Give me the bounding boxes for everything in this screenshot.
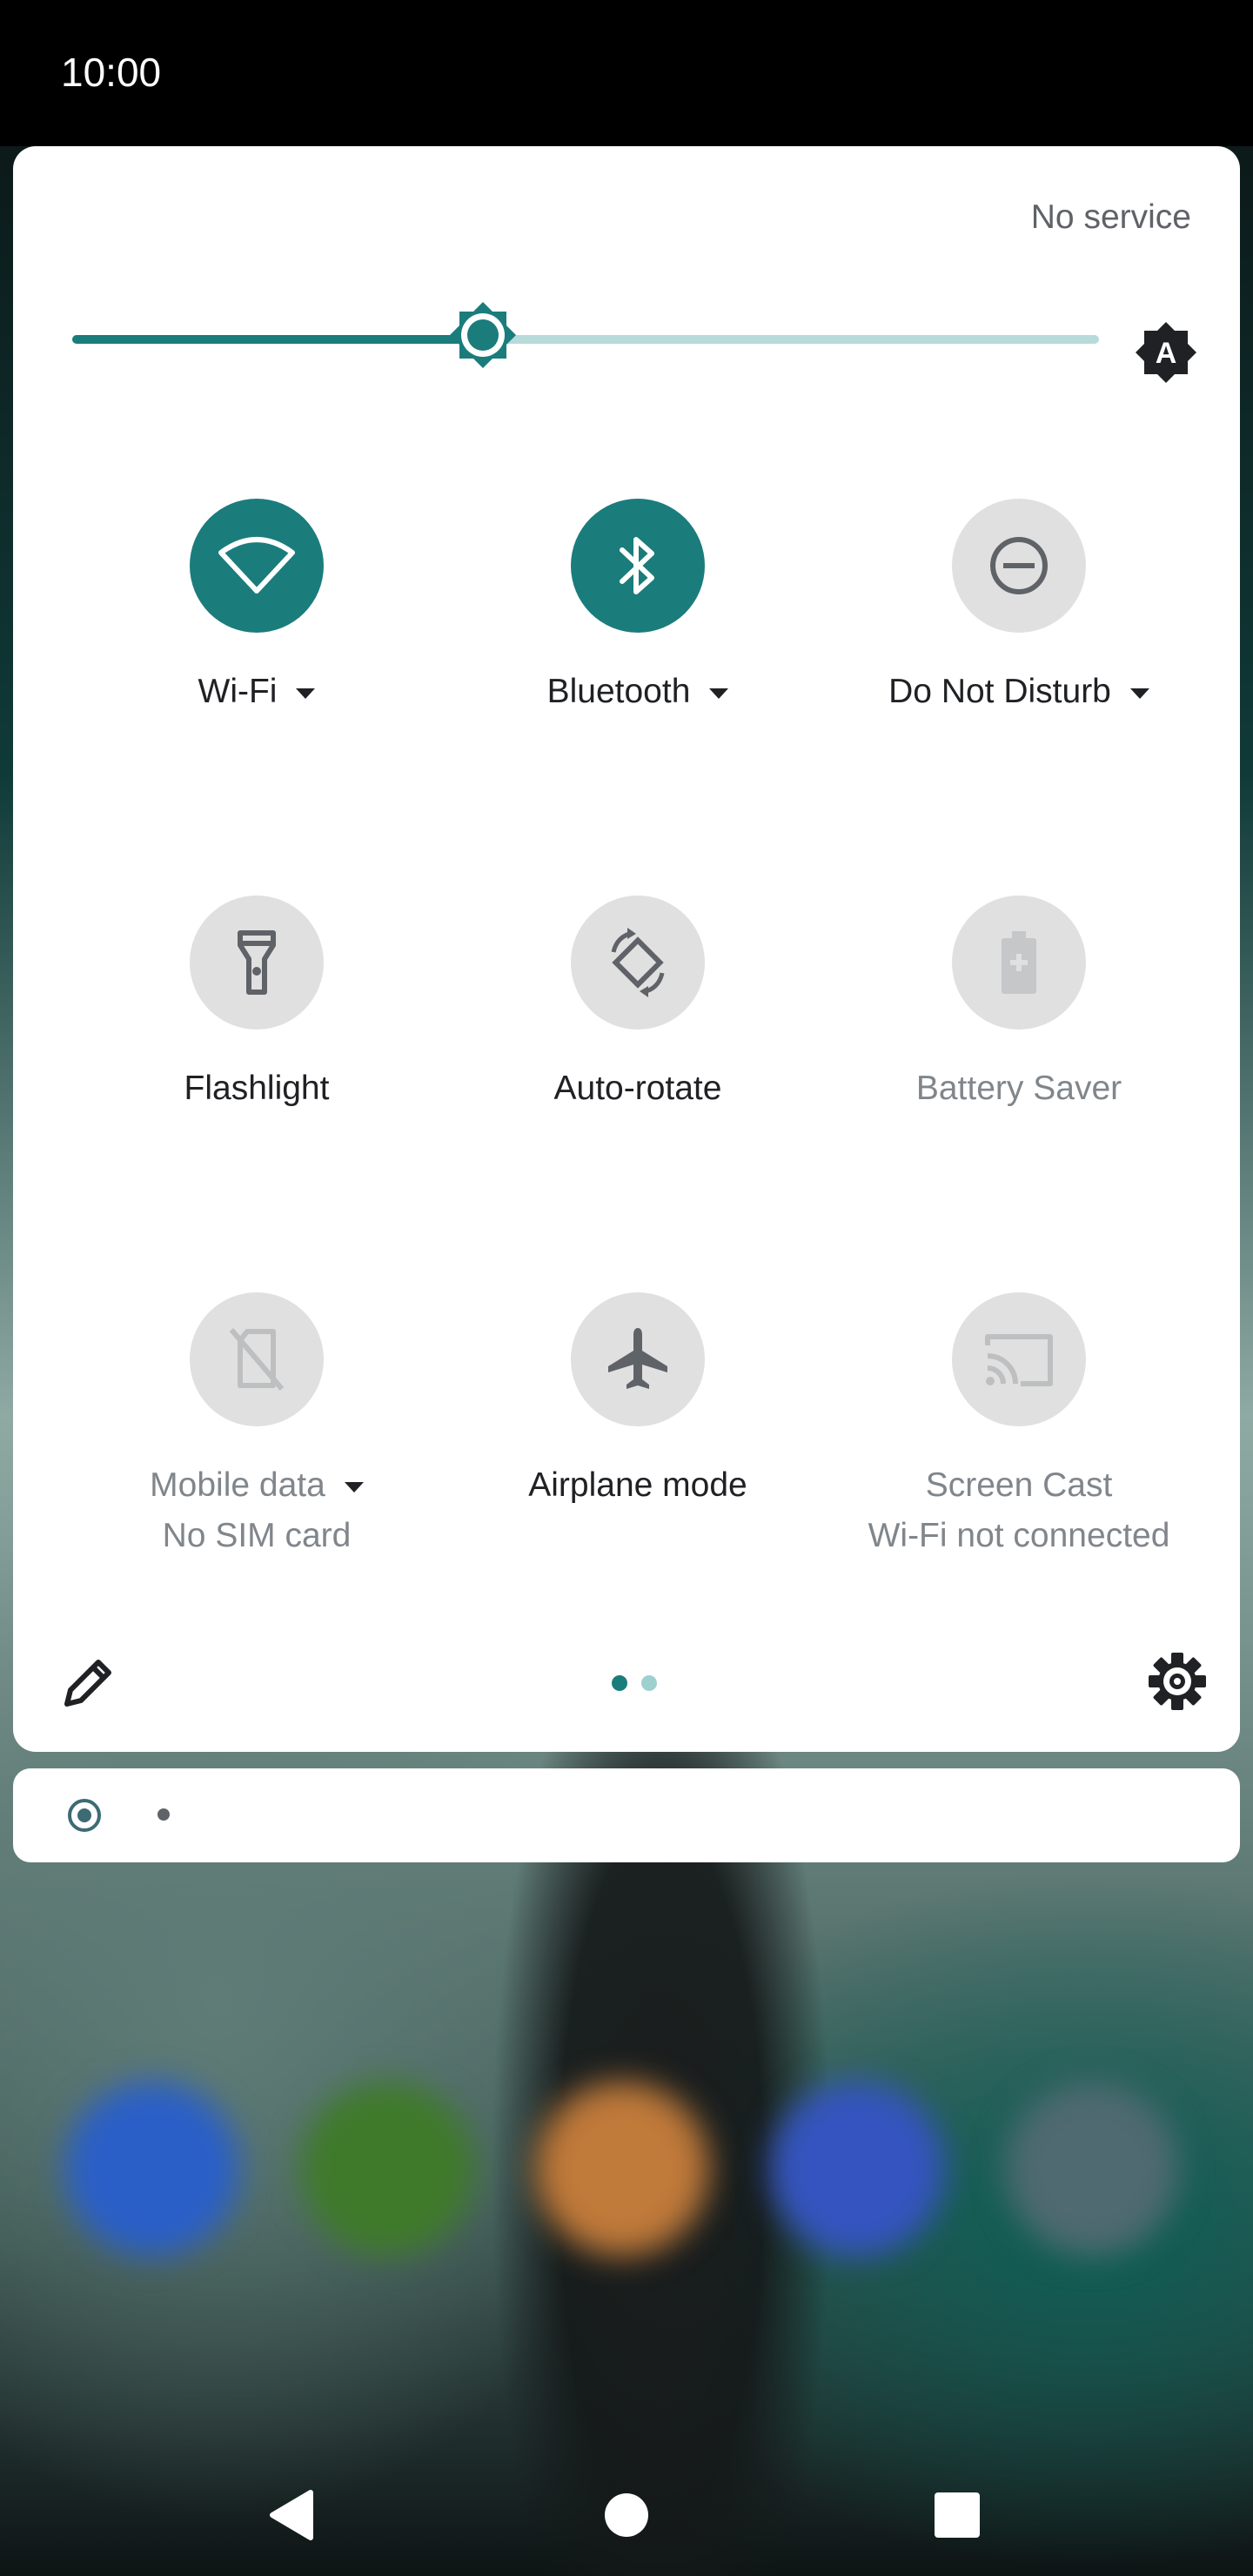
- auto-rotate-icon: [611, 928, 665, 997]
- tile-do-not-disturb[interactable]: Do Not Disturb: [828, 499, 1209, 864]
- wifi-icon: [218, 537, 295, 594]
- battery-saver-icon: [1002, 931, 1036, 994]
- bluetooth-tile-button[interactable]: [571, 499, 705, 633]
- mobile-data-label: Mobile data: [150, 1466, 325, 1504]
- gear-icon: [1149, 1653, 1206, 1710]
- screen-cast-label: Screen Cast: [925, 1466, 1113, 1504]
- flashlight-icon: [238, 930, 276, 995]
- mobile-data-off-icon: [229, 1328, 285, 1391]
- quick-settings-panel: No service A Wi-Fi Bluetooth Do Not Dist…: [13, 146, 1240, 1752]
- pencil-icon: [64, 1660, 111, 1707]
- mobile-data-label-row[interactable]: Mobile data: [66, 1466, 447, 1505]
- auto-rotate-label: Auto-rotate: [553, 1070, 722, 1107]
- tile-flashlight[interactable]: Flashlight: [66, 896, 447, 1261]
- status-bar: 10:00: [0, 0, 1253, 146]
- settings-button[interactable]: [1146, 1650, 1209, 1713]
- airplane-tile-button[interactable]: [571, 1292, 705, 1426]
- cast-icon: [985, 1334, 1053, 1386]
- airplane-icon: [608, 1328, 667, 1389]
- app-icon-phone: [65, 2082, 239, 2256]
- flashlight-label: Flashlight: [184, 1070, 330, 1107]
- mobile-data-tile-button[interactable]: [190, 1292, 324, 1426]
- brightness-slider[interactable]: [72, 302, 1099, 368]
- app-icon-chrome: [535, 2082, 709, 2256]
- nav-back-button[interactable]: [257, 2480, 326, 2550]
- mobile-data-sublabel: No SIM card: [162, 1517, 352, 1554]
- brightness-thumb-sun-icon[interactable]: [448, 300, 518, 370]
- battery-saver-label: Battery Saver: [915, 1070, 1122, 1107]
- app-icon-camera: [1005, 2082, 1179, 2256]
- dnd-label-row[interactable]: Do Not Disturb: [828, 673, 1209, 711]
- wifi-label-row[interactable]: Wi-Fi: [66, 673, 447, 711]
- dnd-label: Do Not Disturb: [888, 673, 1111, 710]
- screen-cast-sublabel: Wi-Fi not connected: [868, 1517, 1170, 1554]
- page-dot-1: [612, 1675, 627, 1691]
- network-status: No service: [1030, 198, 1191, 236]
- recents-square-icon: [935, 2492, 980, 2538]
- nav-recents-button[interactable]: [922, 2480, 992, 2550]
- notification-card[interactable]: [13, 1768, 1240, 1862]
- dnd-dropdown-icon[interactable]: [1129, 688, 1149, 699]
- nav-home-button[interactable]: [592, 2480, 661, 2550]
- tile-screen-cast[interactable]: Screen Cast Wi-Fi not connected: [828, 1292, 1209, 1658]
- mobile-data-dropdown-icon[interactable]: [344, 1481, 364, 1493]
- flashlight-tile-button[interactable]: [190, 896, 324, 1030]
- wifi-tile-button[interactable]: [190, 499, 324, 633]
- notification-separator-dot: [157, 1808, 170, 1821]
- tile-wifi[interactable]: Wi-Fi: [66, 499, 447, 864]
- wifi-dropdown-icon[interactable]: [296, 688, 316, 699]
- tile-mobile-data[interactable]: Mobile data No SIM card: [66, 1292, 447, 1658]
- bluetooth-dropdown-icon[interactable]: [709, 688, 729, 699]
- app-icon-messages: [300, 2082, 474, 2256]
- radio-target-icon: [68, 1799, 101, 1832]
- auto-rotate-tile-button[interactable]: [571, 896, 705, 1030]
- svg-text:A: A: [1156, 337, 1177, 370]
- bluetooth-label-row[interactable]: Bluetooth: [447, 673, 828, 711]
- home-circle-icon: [605, 2493, 648, 2537]
- tile-auto-rotate[interactable]: Auto-rotate: [447, 896, 828, 1261]
- navigation-bar: [0, 2454, 1253, 2576]
- status-clock: 10:00: [61, 50, 162, 95]
- tile-battery-saver[interactable]: Battery Saver: [828, 896, 1209, 1261]
- battery-saver-tile-button[interactable]: [952, 896, 1086, 1030]
- page-dot-2: [641, 1675, 657, 1691]
- brightness-fill: [72, 335, 483, 344]
- edit-tiles-button[interactable]: [58, 1652, 119, 1713]
- tile-bluetooth[interactable]: Bluetooth: [447, 499, 828, 864]
- bluetooth-label: Bluetooth: [546, 673, 691, 710]
- airplane-mode-label: Airplane mode: [528, 1466, 747, 1504]
- auto-brightness-icon[interactable]: A: [1136, 322, 1196, 383]
- tile-airplane-mode[interactable]: Airplane mode: [447, 1292, 828, 1658]
- wifi-label: Wi-Fi: [198, 673, 278, 710]
- dnd-tile-button[interactable]: [952, 499, 1086, 633]
- back-triangle-icon: [270, 2490, 313, 2540]
- app-icon-photos: [770, 2082, 944, 2256]
- page-indicator: [605, 1675, 674, 1693]
- do-not-disturb-icon: [990, 537, 1048, 594]
- screen-cast-tile-button[interactable]: [952, 1292, 1086, 1426]
- bluetooth-icon: [620, 537, 654, 594]
